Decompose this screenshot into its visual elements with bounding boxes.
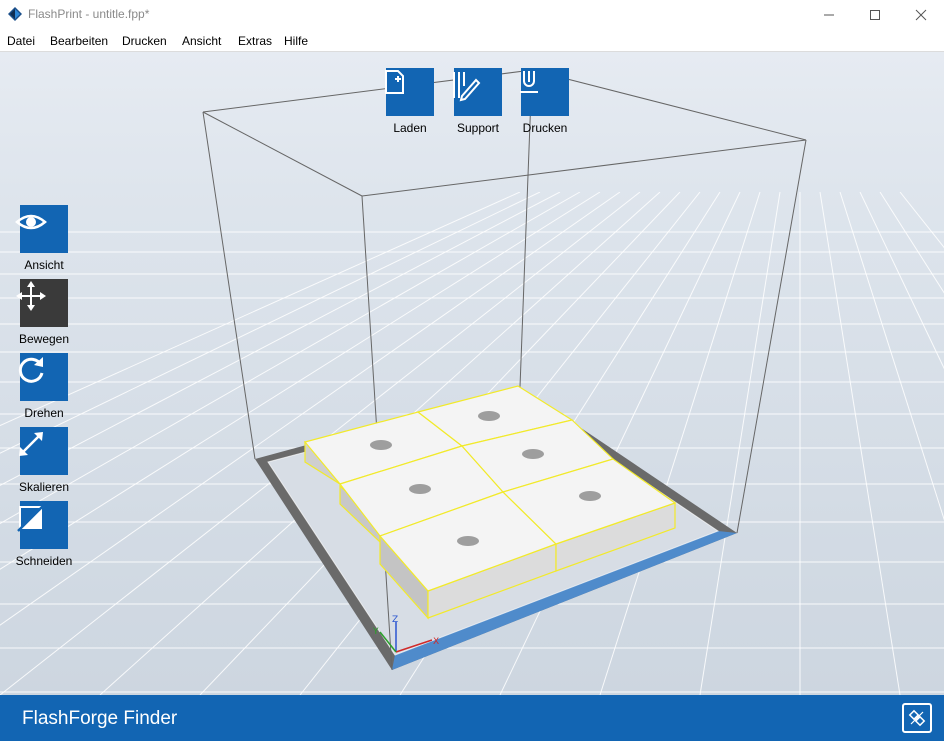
connect-icon	[908, 709, 926, 727]
menu-ansicht[interactable]: Ansicht	[182, 34, 221, 48]
window-title: FlashPrint - untitle.fpp*	[28, 7, 150, 21]
laden-button[interactable]: Laden	[380, 68, 440, 135]
printer-name: FlashForge Finder	[22, 708, 178, 729]
title-bar: FlashPrint - untitle.fpp*	[0, 0, 944, 30]
schneiden-tool-label: Schneiden	[15, 554, 73, 568]
close-button[interactable]	[898, 0, 944, 30]
minimize-button[interactable]	[806, 0, 852, 30]
connect-button[interactable]	[902, 703, 932, 733]
support-icon	[453, 72, 481, 102]
support-label: Support	[456, 121, 500, 135]
laden-label: Laden	[393, 121, 427, 135]
menu-bearbeiten[interactable]: Bearbeiten	[50, 34, 108, 48]
build-scene: Z X Y	[0, 69, 944, 695]
load-file-icon	[385, 70, 404, 94]
scale-icon	[19, 432, 43, 456]
drucken-label: Drucken	[522, 121, 568, 135]
schneiden-tool-button[interactable]: Schneiden	[14, 501, 74, 568]
rotate-icon	[18, 357, 44, 383]
eye-icon	[15, 214, 47, 230]
axis-y-label: Y	[372, 627, 379, 637]
drucken-button[interactable]: Drucken	[515, 68, 575, 135]
drehen-tool-label: Drehen	[24, 406, 64, 420]
ansicht-tool-button[interactable]: Ansicht	[14, 205, 74, 272]
skalieren-tool-button[interactable]: Skalieren	[14, 427, 74, 494]
axis-z-label: Z	[392, 615, 398, 625]
bewegen-tool-button[interactable]: Bewegen	[14, 279, 74, 346]
axis-x-label: X	[433, 637, 439, 647]
menu-drucken[interactable]: Drucken	[122, 34, 167, 48]
flashprint-logo-icon	[8, 7, 22, 21]
support-button[interactable]: Support	[448, 68, 508, 135]
3d-viewport[interactable]: Z X Y Laden Support Drucken Ansicht Bewe…	[0, 52, 944, 695]
maximize-button[interactable]	[852, 0, 898, 30]
close-icon	[915, 9, 927, 21]
drehen-tool-button[interactable]: Drehen	[14, 353, 74, 420]
status-bar: FlashForge Finder	[0, 695, 944, 741]
menu-hilfe[interactable]: Hilfe	[284, 34, 308, 48]
menu-bar: Datei Bearbeiten Drucken Ansicht Extras …	[0, 31, 944, 52]
skalieren-tool-label: Skalieren	[18, 480, 70, 494]
print-icon	[520, 71, 538, 93]
ansicht-tool-label: Ansicht	[24, 258, 64, 272]
cut-icon	[17, 504, 45, 532]
bewegen-tool-label: Bewegen	[18, 332, 70, 346]
menu-extras[interactable]: Extras	[238, 34, 272, 48]
menu-datei[interactable]: Datei	[7, 34, 35, 48]
minimize-icon	[824, 14, 834, 16]
move-icon	[16, 281, 46, 311]
maximize-icon	[870, 10, 880, 20]
